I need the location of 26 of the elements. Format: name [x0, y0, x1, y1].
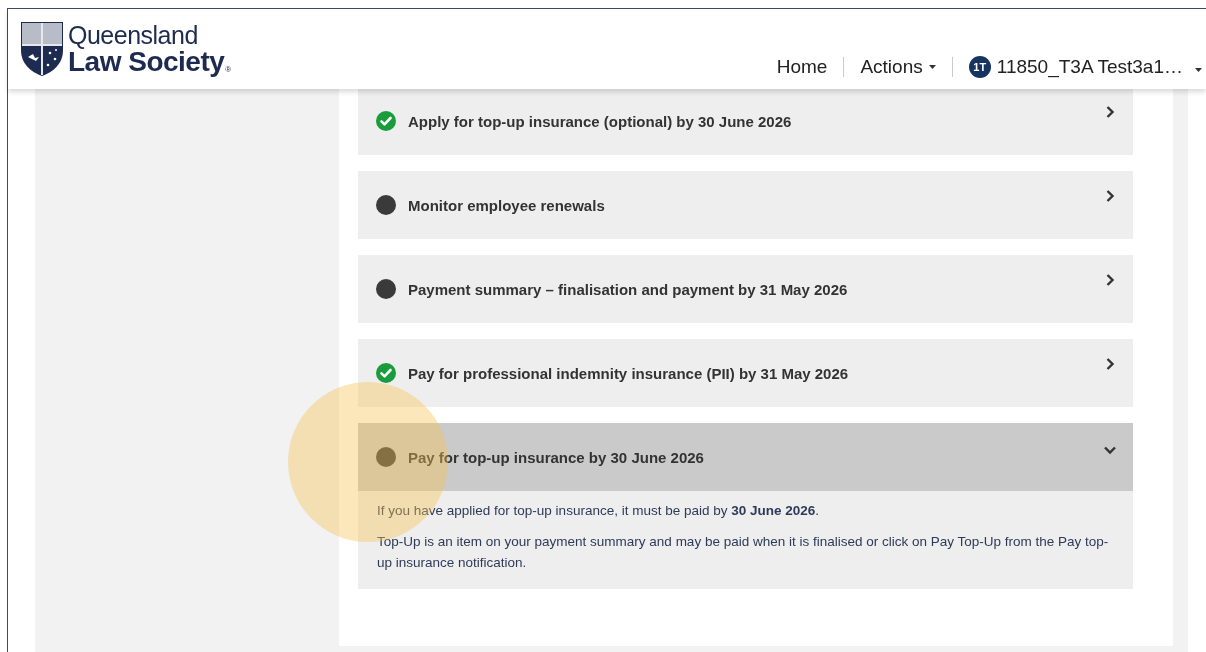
- caret-icon: [1195, 68, 1202, 73]
- task-title: Apply for top-up insurance (optional) by 30 June 2026: [408, 111, 793, 132]
- task-row[interactable]: Monitor employee renewals: [358, 171, 1133, 239]
- chevron-right-icon: [1105, 105, 1115, 119]
- task-title: Pay for top-up insurance by 30 June 2026: [408, 447, 705, 468]
- task-row[interactable]: Pay for professional indemnity insurance (PII) by 31 May 2026: [358, 339, 1133, 407]
- task-title: Payment summary – finalisation and payment by 31 May 2026: [408, 279, 849, 300]
- task-row[interactable]: Apply for top-up insurance (optional) by 30 June 2026: [358, 89, 1133, 155]
- shield-logo-icon: [20, 21, 64, 77]
- logo-text: Queensland: [68, 22, 199, 48]
- caret-icon: [928, 65, 936, 70]
- actions-menu[interactable]: Actions: [860, 53, 936, 82]
- task-description: If you have applied for top-up insurance, it must be paid by 30 June 2026.: [377, 502, 821, 520]
- chevron-right-icon: [1105, 189, 1115, 203]
- user-menu[interactable]: 1T 11850_T3A Test3a1…: [968, 53, 1206, 82]
- chevron-down-icon: [1103, 445, 1117, 455]
- task-description: Top-Up is an item on your payment summary and may be paid when it is finalised or click on Pay Top-Up from the Pay top-up insurance notification.: [377, 533, 1110, 572]
- home-link[interactable]: Home: [776, 53, 828, 82]
- task-title: Monitor employee renewals: [408, 195, 606, 216]
- chevron-right-icon: [1105, 357, 1115, 371]
- chevron-right-icon: [1105, 273, 1115, 287]
- task-row[interactable]: Pay for top-up insurance by 30 June 2026: [358, 423, 1133, 491]
- user-avatar: 1T: [968, 56, 991, 79]
- registered-mark: ®: [225, 65, 232, 74]
- task-row[interactable]: Payment summary – finalisation and payment by 31 May 2026: [358, 255, 1133, 323]
- task-title: Pay for professional indemnity insurance (PII) by 31 May 2026: [408, 363, 850, 384]
